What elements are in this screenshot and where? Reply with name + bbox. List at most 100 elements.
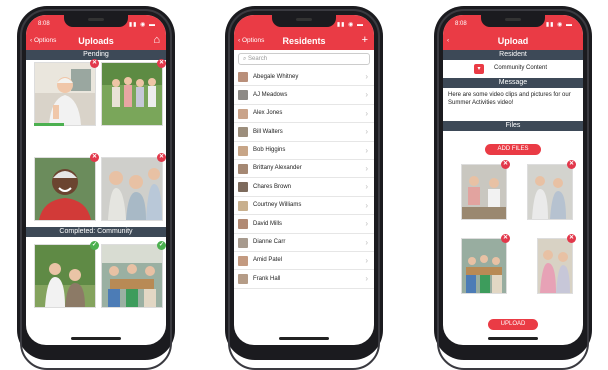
avatar	[238, 274, 248, 285]
remove-file-1-button[interactable]: ✕	[501, 160, 510, 169]
completed-header: Completed: Community	[26, 227, 166, 237]
remove-file-2-button[interactable]: ✕	[567, 160, 576, 169]
file-photo-1[interactable]	[461, 164, 507, 220]
page-title: Residents	[282, 36, 326, 46]
file-photo-4[interactable]	[537, 238, 573, 294]
upload-button[interactable]: UPLOAD	[488, 319, 538, 330]
resident-name: David Mills	[253, 220, 283, 227]
signal-icon: ▮▮ ◉ ▬	[545, 22, 573, 28]
resident-row[interactable]: Alex Jones ›	[234, 105, 374, 124]
resident-selector[interactable]: ▾ Community Content	[443, 60, 583, 78]
pending-photo-1[interactable]	[34, 62, 96, 126]
completed-photo-1[interactable]	[34, 244, 96, 308]
signal-icon: ▮▮ ◉ ▬	[128, 22, 156, 28]
page-title: Upload	[497, 36, 529, 46]
chevron-right-icon: ›	[365, 145, 368, 155]
chevron-right-icon: ›	[365, 127, 368, 137]
status-time: 8:08	[455, 21, 467, 27]
nav-bar: ‹ Options Residents +	[234, 33, 374, 50]
avatar	[238, 108, 248, 119]
completed-check-1-icon: ✓	[90, 241, 99, 250]
chevron-right-icon: ›	[365, 90, 368, 100]
resident-row[interactable]: AJ Meadows ›	[234, 86, 374, 105]
status-time: 8:08	[38, 21, 50, 27]
resident-name: AJ Meadows	[253, 91, 288, 98]
resident-row[interactable]: David Mills ›	[234, 215, 374, 234]
resident-name: Dianne Carr	[253, 239, 286, 246]
resident-name: Abegale Whitney	[253, 73, 299, 80]
resident-name: Amid Patel	[253, 257, 283, 264]
remove-photo-2-button[interactable]: ✕	[157, 59, 166, 68]
resident-row[interactable]: Amid Patel ›	[234, 252, 374, 271]
avatar	[238, 255, 248, 266]
resident-value: Community Content	[494, 65, 548, 71]
resident-name: Bob Higgins	[253, 147, 286, 154]
avatar	[238, 163, 248, 174]
resident-row[interactable]: Brittany Alexander ›	[234, 160, 374, 179]
pending-photo-4[interactable]	[101, 157, 163, 221]
search-input[interactable]: ⌕ Search	[238, 53, 370, 65]
resident-row[interactable]: Abegale Whitney ›	[234, 68, 374, 87]
add-files-button[interactable]: ADD FILES	[485, 144, 541, 155]
home-indicator	[71, 337, 121, 340]
avatar	[238, 90, 248, 101]
avatar	[238, 72, 248, 82]
residents-screen: ▮▮ ◉ ▬ ‹ Options Residents + ⌕ Search Ab…	[234, 15, 374, 345]
home-icon[interactable]: ⌂	[153, 34, 160, 46]
phone-uploads: 8:08 ▮▮ ◉ ▬ ‹ Options Uploads ⌂ Pending …	[17, 6, 175, 370]
avatar	[238, 219, 248, 230]
remove-photo-1-button[interactable]: ✕	[90, 59, 99, 68]
home-indicator	[488, 337, 538, 340]
phone-upload: 8:08 ▮▮ ◉ ▬ ‹ Upload Resident ▾ Communit…	[434, 6, 592, 370]
avatar	[238, 237, 248, 248]
nav-bar: ‹ Options Uploads ⌂	[26, 33, 166, 50]
avatar	[238, 145, 248, 156]
resident-row[interactable]: Dianne Carr ›	[234, 234, 374, 252]
remove-file-4-button[interactable]: ✕	[567, 234, 576, 243]
resident-name: Brittany Alexander	[253, 165, 302, 172]
resident-name: Courtney Williams	[253, 202, 302, 209]
resident-name: Frank Hall	[253, 275, 281, 282]
file-photo-2[interactable]	[527, 164, 573, 220]
chevron-right-icon: ›	[365, 182, 368, 192]
nav-bar: ‹ Upload	[443, 33, 583, 50]
dropdown-icon: ▾	[474, 64, 484, 74]
resident-row[interactable]: Courtney Williams ›	[234, 197, 374, 216]
upload-progress-bar	[34, 123, 64, 126]
remove-photo-4-button[interactable]: ✕	[157, 153, 166, 162]
home-indicator	[279, 337, 329, 340]
resident-list: Abegale Whitney › AJ Meadows › Alex Jones › Bi…	[234, 68, 374, 289]
avatar	[238, 127, 248, 138]
avatar	[238, 200, 248, 211]
resident-row[interactable]: Chares Brown ›	[234, 178, 374, 197]
chevron-right-icon: ›	[365, 274, 368, 284]
resident-row[interactable]: Bob Higgins ›	[234, 142, 374, 160]
pending-photo-2[interactable]	[101, 62, 163, 126]
remove-file-3-button[interactable]: ✕	[501, 234, 510, 243]
chevron-right-icon: ›	[365, 255, 368, 265]
chevron-right-icon: ›	[365, 163, 368, 173]
page-title: Uploads	[78, 36, 114, 46]
signal-icon: ▮▮ ◉ ▬	[336, 22, 364, 28]
resident-row[interactable]: Frank Hall ›	[234, 270, 374, 289]
chevron-right-icon: ›	[365, 200, 368, 210]
resident-name: Chares Brown	[253, 183, 292, 190]
avatar	[238, 182, 248, 193]
add-icon[interactable]: +	[362, 34, 368, 46]
file-photo-3[interactable]	[461, 238, 507, 294]
upload-screen: 8:08 ▮▮ ◉ ▬ ‹ Upload Resident ▾ Communit…	[443, 15, 583, 345]
completed-check-2-icon: ✓	[157, 241, 166, 250]
pending-photo-3[interactable]	[34, 157, 96, 221]
search-icon: ⌕	[243, 56, 247, 62]
remove-photo-3-button[interactable]: ✕	[90, 153, 99, 162]
search-placeholder: Search	[248, 56, 268, 62]
chevron-right-icon: ›	[365, 219, 368, 229]
uploads-screen: 8:08 ▮▮ ◉ ▬ ‹ Options Uploads ⌂ Pending …	[26, 15, 166, 345]
message-field[interactable]: Here are some video clips and pictures f…	[443, 88, 583, 121]
chevron-right-icon: ›	[365, 72, 368, 81]
completed-photo-2[interactable]	[101, 244, 163, 308]
resident-name: Bill Walters	[253, 128, 283, 135]
resident-name: Alex Jones	[253, 110, 283, 117]
resident-row[interactable]: Bill Walters ›	[234, 123, 374, 142]
chevron-right-icon: ›	[365, 237, 368, 247]
